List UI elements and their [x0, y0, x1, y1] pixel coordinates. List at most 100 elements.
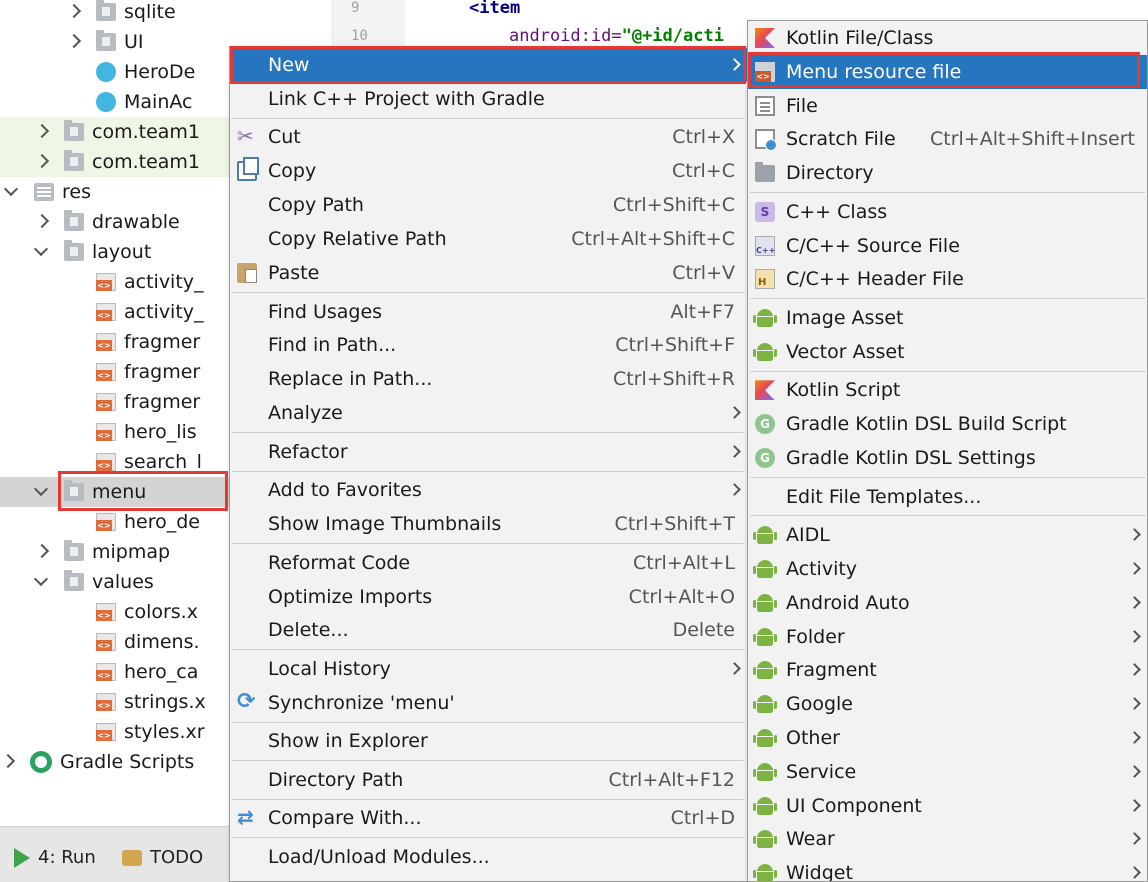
menu-item-delete[interactable]: Delete... Delete: [230, 613, 747, 647]
menu-item-copy-relative-path[interactable]: Copy Relative Path Ctrl+Alt+Shift+C: [230, 222, 747, 256]
menu-item-link-c-project-with-gradle[interactable]: Link C++ Project with Gradle: [230, 82, 747, 116]
menu-item-label: C/C++ Header File: [786, 268, 964, 291]
menu-item-edit-file-templates[interactable]: Edit File Templates...: [748, 480, 1147, 514]
line-number: 10: [351, 28, 368, 44]
menu-item-vector-asset[interactable]: Vector Asset: [748, 335, 1147, 369]
menu-item-c-class[interactable]: C++ Class: [748, 195, 1147, 229]
chevron-right-icon[interactable]: [34, 214, 50, 230]
menu-item-service[interactable]: Service: [748, 755, 1147, 789]
chevron-right-icon[interactable]: [66, 4, 82, 20]
todo-tool-button[interactable]: TODO: [122, 847, 203, 868]
tree-node-sqlite[interactable]: sqlite: [0, 0, 332, 27]
todo-icon: [122, 849, 142, 866]
tree-node-label: fragmer: [124, 361, 201, 383]
tree-node-label: sqlite: [124, 1, 176, 23]
menu-item-directory-path[interactable]: Directory Path Ctrl+Alt+F12: [230, 763, 747, 797]
menu-item-analyze[interactable]: Analyze: [230, 396, 747, 430]
menu-item-label: Fragment: [786, 659, 877, 682]
menu-item-image-asset[interactable]: Image Asset: [748, 301, 1147, 335]
menu-separator: [750, 476, 1145, 478]
menu-item-label: Wear: [786, 828, 835, 851]
menu-item-compare-with[interactable]: Compare With... Ctrl+D: [230, 801, 747, 835]
menu-item-paste[interactable]: Paste Ctrl+V: [230, 256, 747, 290]
folder-icon: [96, 30, 116, 51]
menu-item-find-usages[interactable]: Find Usages Alt+F7: [230, 295, 747, 329]
folder-icon: [64, 240, 84, 261]
android-icon: [753, 796, 773, 815]
todo-tool-label: TODO: [150, 847, 204, 868]
menu-item-file[interactable]: File: [748, 89, 1147, 123]
tree-node-label: com.team1: [92, 151, 200, 173]
menu-item-other[interactable]: Other: [748, 721, 1147, 755]
menu-item-new[interactable]: New: [230, 48, 747, 82]
menu-item-directory[interactable]: Directory: [748, 156, 1147, 190]
menu-item-c-c-header-file[interactable]: C/C++ Header File: [748, 262, 1147, 296]
menu-item-refactor[interactable]: Refactor: [230, 435, 747, 469]
shortcut-label: Ctrl+Alt+O: [628, 585, 735, 608]
menu-item-load-unload-modules[interactable]: Load/Unload Modules...: [230, 840, 747, 874]
menu-item-find-in-path[interactable]: Find in Path... Ctrl+Shift+F: [230, 328, 747, 362]
menu-item-gradle-kotlin-dsl-settings[interactable]: Gradle Kotlin DSL Settings: [748, 441, 1147, 475]
menu-item-label: Folder: [786, 625, 845, 648]
menu-item-android-auto[interactable]: Android Auto: [748, 586, 1147, 620]
chevron-down-icon[interactable]: [34, 574, 50, 590]
chevron-right-icon[interactable]: [34, 544, 50, 560]
menu-item-copy[interactable]: Copy Ctrl+C: [230, 154, 747, 188]
chevron-down-icon[interactable]: [34, 484, 50, 500]
code-editor[interactable]: 9 10 <item android:id="@+id/acti: [332, 0, 752, 52]
menu-item-label: File: [786, 94, 818, 117]
folder-icon: [64, 570, 84, 591]
folder-icon: [64, 150, 84, 171]
chevron-right-icon: [1128, 663, 1141, 677]
menu-item-google[interactable]: Google: [748, 687, 1147, 721]
menu-item-widget[interactable]: Widget: [748, 856, 1147, 881]
menu-item-folder[interactable]: Folder: [748, 620, 1147, 654]
menu-item-label: Reformat Code: [268, 551, 411, 574]
menu-item-menu-resource-file[interactable]: Menu resource file: [748, 54, 1147, 89]
menu-item-show-in-explorer[interactable]: Show in Explorer: [230, 724, 747, 758]
xml-file-icon: [96, 603, 116, 621]
folder-icon: [64, 540, 84, 561]
chevron-down-icon[interactable]: [34, 244, 50, 260]
code-line: <item: [469, 0, 520, 18]
folder-icon: [64, 480, 84, 501]
menu-item-synchronize-menu[interactable]: Synchronize 'menu': [230, 686, 747, 720]
menu-item-wear[interactable]: Wear: [748, 822, 1147, 856]
menu-item-c-c-source-file[interactable]: C/C++ Source File: [748, 229, 1147, 263]
run-tool-button[interactable]: 4: Run: [14, 847, 96, 868]
chevron-right-icon[interactable]: [0, 754, 16, 770]
gradle-icon: [755, 414, 775, 435]
menu-item-label: Add to Favorites: [268, 479, 422, 502]
menu-item-optimize-imports[interactable]: Optimize Imports Ctrl+Alt+O: [230, 580, 747, 614]
menu-item-replace-in-path[interactable]: Replace in Path... Ctrl+Shift+R: [230, 362, 747, 396]
chevron-down-icon[interactable]: [4, 184, 20, 200]
folder-icon: [96, 0, 116, 21]
menu-item-reformat-code[interactable]: Reformat Code Ctrl+Alt+L: [230, 546, 747, 580]
menu-item-aidl[interactable]: AIDL: [748, 518, 1147, 552]
shortcut-label: Ctrl+V: [672, 262, 735, 284]
menu-item-scratch-file[interactable]: Scratch File Ctrl+Alt+Shift+Insert: [748, 122, 1147, 156]
folder-icon: [64, 210, 84, 231]
menu-item-gradle-kotlin-dsl-build-script[interactable]: Gradle Kotlin DSL Build Script: [748, 407, 1147, 441]
menu-item-label: Local History: [268, 657, 391, 680]
menu-item-show-image-thumbnails[interactable]: Show Image Thumbnails Ctrl+Shift+T: [230, 507, 747, 541]
cut-icon: [237, 124, 257, 148]
menu-item-cut[interactable]: Cut Ctrl+X: [230, 120, 747, 154]
chevron-right-icon[interactable]: [34, 124, 50, 140]
menu-item-label: Paste: [268, 262, 320, 284]
android-icon: [753, 762, 773, 781]
menu-item-label: Android Auto: [786, 591, 910, 614]
menu-item-copy-path[interactable]: Copy Path Ctrl+Shift+C: [230, 188, 747, 222]
menu-item-local-history[interactable]: Local History: [230, 652, 747, 686]
menu-item-ui-component[interactable]: UI Component: [748, 789, 1147, 823]
menu-item-kotlin-script[interactable]: Kotlin Script: [748, 373, 1147, 407]
menu-item-fragment[interactable]: Fragment: [748, 653, 1147, 687]
chevron-right-icon[interactable]: [34, 154, 50, 170]
android-icon: [753, 309, 773, 327]
menu-item-activity[interactable]: Activity: [748, 552, 1147, 586]
menu-item-add-to-favorites[interactable]: Add to Favorites: [230, 473, 747, 507]
menu-item-label: Activity: [786, 558, 858, 580]
menu-item-label: Show Image Thumbnails: [268, 513, 502, 536]
menu-item-kotlin-file-class[interactable]: Kotlin File/Class: [748, 21, 1147, 55]
chevron-right-icon[interactable]: [66, 34, 82, 50]
